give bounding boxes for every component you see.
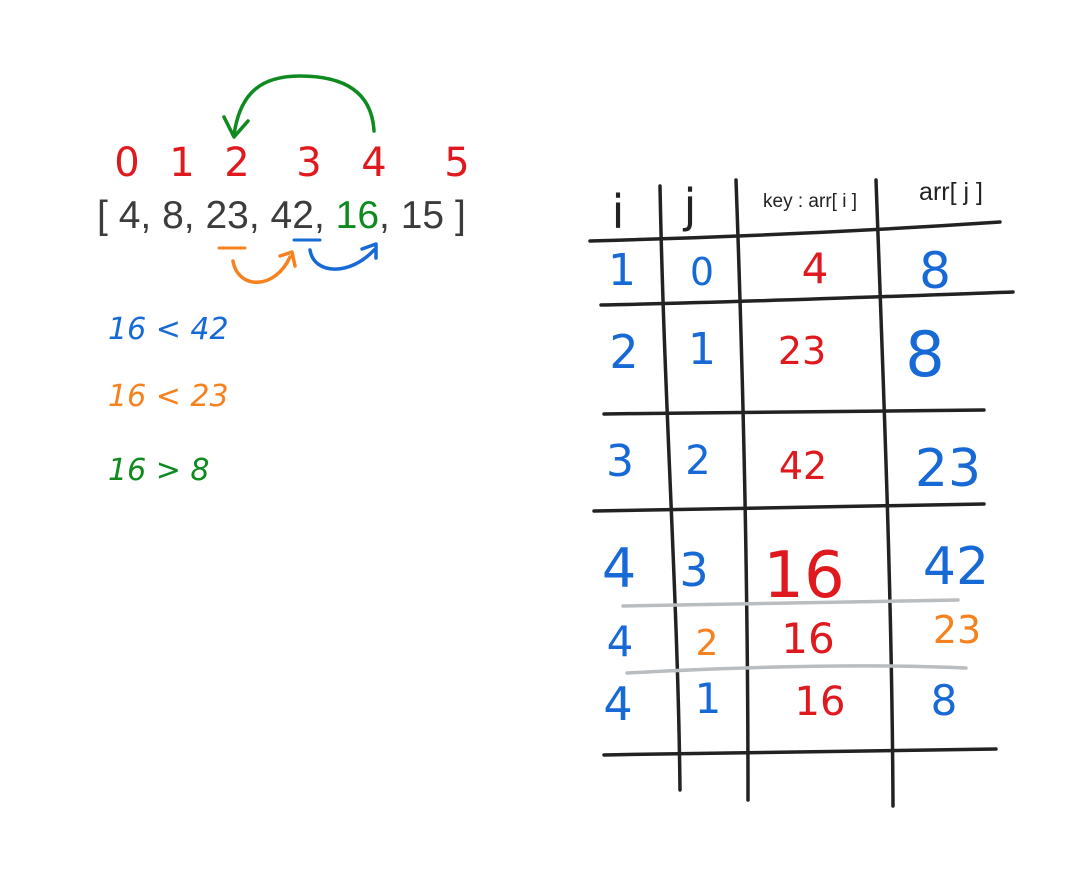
cell-arr-j: 23 bbox=[915, 439, 981, 499]
array-value-4-key: 16 bbox=[336, 194, 379, 237]
separator: , bbox=[184, 194, 195, 237]
array-index-4: 4 bbox=[361, 140, 386, 186]
separator: , bbox=[379, 194, 390, 237]
cell-i: 4 bbox=[603, 677, 632, 731]
header-i: i bbox=[612, 185, 625, 239]
header-arr-j: arr[ j ] bbox=[919, 178, 983, 206]
cell-j: 1 bbox=[688, 324, 716, 375]
cell-i: 1 bbox=[608, 245, 636, 296]
shift-arrow-orange bbox=[231, 255, 292, 284]
cell-key: 4 bbox=[802, 244, 829, 293]
cell-key: 23 bbox=[778, 329, 826, 373]
cell-arr-j: 42 bbox=[923, 537, 989, 597]
array-value-2: 23 bbox=[205, 194, 248, 237]
comparison-3: 16 > 8 bbox=[108, 453, 209, 488]
cell-arr-j: 8 bbox=[919, 242, 951, 300]
array-section: 0 1 2 3 4 5 [ 4, 8, 23, 42, 16, 15 ] bbox=[97, 74, 470, 284]
col-rule-3 bbox=[874, 178, 895, 808]
cell-i: 3 bbox=[606, 436, 634, 487]
array-index-1: 1 bbox=[169, 140, 194, 186]
cell-key: 16 bbox=[763, 539, 844, 613]
header-rule bbox=[588, 220, 1002, 243]
close-bracket: ] bbox=[455, 194, 466, 237]
table-row: 2 1 23 8 bbox=[609, 318, 944, 391]
cell-key: 16 bbox=[781, 614, 834, 663]
cell-i: 2 bbox=[609, 325, 638, 379]
row-rule-3 bbox=[592, 502, 986, 513]
cell-j: 1 bbox=[695, 674, 722, 723]
separator: , bbox=[249, 194, 260, 237]
array-value-0: 4 bbox=[119, 194, 141, 237]
cell-key: 16 bbox=[795, 679, 846, 725]
table-row: 1 0 4 8 bbox=[608, 242, 951, 300]
table-row: 4 2 16 23 bbox=[607, 608, 982, 666]
array-indices: 0 1 2 3 4 5 bbox=[114, 140, 469, 186]
array-index-0: 0 bbox=[114, 140, 139, 186]
array-literal: [ 4, 8, 23, 42, 16, 15 ] bbox=[97, 194, 466, 237]
col-rule-1 bbox=[658, 184, 682, 792]
cell-j: 2 bbox=[696, 623, 719, 664]
insert-arrow bbox=[232, 74, 376, 137]
row-rule-4 bbox=[602, 747, 998, 757]
cell-arr-j: 8 bbox=[931, 676, 958, 725]
comparison-1: 16 < 42 bbox=[108, 312, 229, 347]
table-row: 3 2 42 23 bbox=[606, 436, 981, 499]
array-value-3: 42 bbox=[271, 194, 314, 237]
cell-j: 0 bbox=[690, 250, 714, 294]
cell-j: 2 bbox=[685, 438, 710, 484]
table-row: 4 1 16 8 bbox=[603, 674, 957, 731]
trace-table: i j key : arr[ i ] arr[ j ] 1 0 4 8 2 1 … bbox=[588, 178, 1015, 808]
header-key: key : arr[ i ] bbox=[763, 191, 857, 212]
col-rule-2 bbox=[734, 178, 750, 802]
shift-arrow-blue bbox=[308, 248, 376, 271]
array-index-2: 2 bbox=[224, 140, 249, 186]
header-j: j bbox=[683, 179, 697, 233]
array-value-5: 15 bbox=[401, 194, 444, 237]
comparison-2: 16 < 23 bbox=[108, 379, 229, 414]
comparisons: 16 < 42 16 < 23 16 > 8 bbox=[108, 312, 229, 488]
array-index-3: 3 bbox=[296, 140, 321, 186]
cell-arr-j: 8 bbox=[905, 318, 944, 391]
insertion-sort-sketch: 0 1 2 3 4 5 [ 4, 8, 23, 42, 16, 15 ] 16 … bbox=[97, 74, 1015, 808]
open-bracket: [ bbox=[97, 194, 108, 237]
table-header: i j key : arr[ i ] arr[ j ] bbox=[612, 178, 983, 239]
separator: , bbox=[140, 194, 151, 237]
array-index-5: 5 bbox=[444, 140, 469, 186]
cell-i: 4 bbox=[602, 537, 636, 600]
row-rule-2 bbox=[602, 408, 986, 416]
separator: , bbox=[314, 194, 325, 237]
cell-key: 42 bbox=[779, 444, 827, 488]
cell-i: 4 bbox=[607, 617, 634, 666]
table-body: 1 0 4 8 2 1 23 8 3 2 42 23 4 3 16 42 4 2… bbox=[602, 242, 989, 731]
cell-j: 3 bbox=[679, 543, 708, 597]
array-value-1: 8 bbox=[162, 194, 184, 237]
cell-arr-j: 23 bbox=[933, 608, 981, 652]
